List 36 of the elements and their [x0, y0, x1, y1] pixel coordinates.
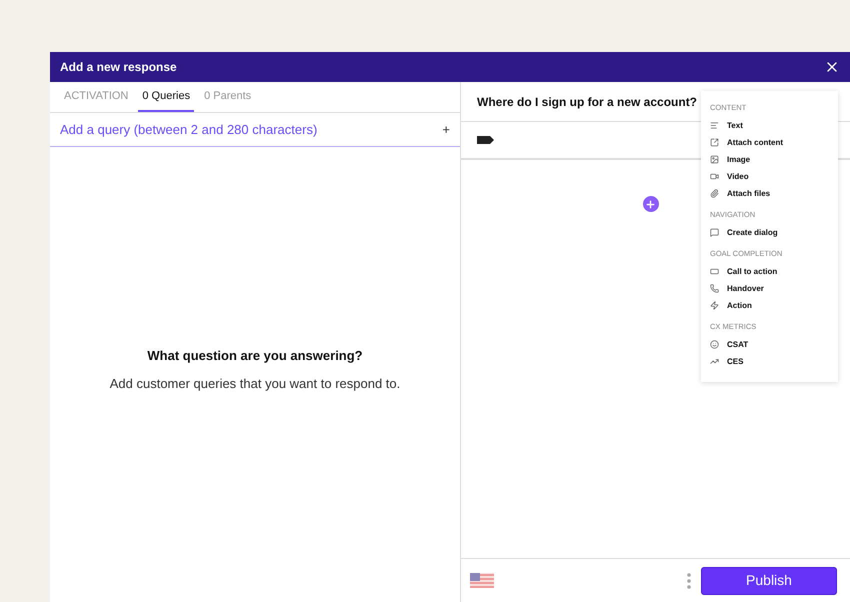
image-icon	[710, 155, 719, 164]
box-arrow-icon	[710, 138, 719, 147]
menu-item[interactable]: Image	[710, 151, 829, 168]
menu-item[interactable]: Text	[710, 117, 829, 134]
menu-item[interactable]: Handover	[710, 280, 829, 297]
empty-state-title: What question are you answering?	[147, 347, 363, 365]
tab[interactable]: 0 Queries	[138, 82, 194, 112]
menu-item[interactable]: CES	[710, 353, 829, 370]
tag-icon[interactable]	[477, 136, 494, 144]
lines-icon	[710, 121, 719, 130]
menu-item[interactable]: Attach files	[710, 185, 829, 202]
plus-icon	[645, 198, 656, 210]
add-query-button[interactable]: +	[442, 120, 450, 140]
menu-item[interactable]: CSAT	[710, 336, 829, 353]
rectangle-icon	[710, 267, 719, 276]
vertical-dots-icon	[687, 572, 691, 588]
empty-state-text: Add customer queries that you want to respond to.	[110, 374, 400, 393]
query-field[interactable]: Add a query (between 2 and 280 characters)	[60, 120, 442, 140]
publish-button[interactable]: Publish	[701, 566, 837, 594]
window-title: Add a new response	[60, 59, 177, 76]
smiley-icon	[710, 340, 719, 349]
us-flag-icon[interactable]	[470, 573, 494, 588]
phone-icon	[710, 284, 719, 293]
add-block-button[interactable]	[642, 196, 658, 212]
more-options-button[interactable]	[687, 572, 691, 588]
lightning-icon	[710, 301, 719, 310]
paperclip-icon	[710, 189, 719, 198]
menu-item[interactable]: Action	[710, 297, 829, 314]
chat-bubble-icon	[710, 228, 719, 237]
menu-item[interactable]: Attach content	[710, 134, 829, 151]
video-camera-icon	[710, 172, 719, 181]
menu-item[interactable]: Create dialog	[710, 224, 829, 241]
menu-item[interactable]: Call to action	[710, 263, 829, 280]
trend-line-icon	[710, 357, 719, 366]
response-title: Where do I sign up for a new account?	[477, 94, 698, 110]
menu-item[interactable]: Video	[710, 168, 829, 185]
